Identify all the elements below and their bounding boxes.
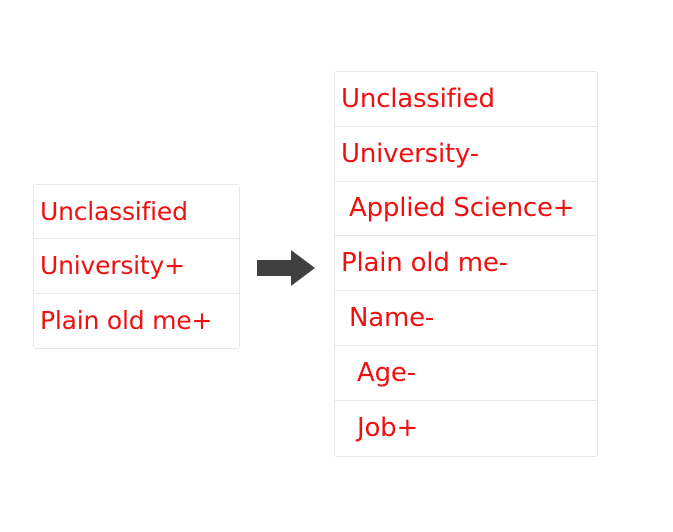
tree-node-label: Applied Science+ [349, 193, 575, 224]
arrow-right-icon [257, 250, 315, 286]
collapsed-tree-panel: Unclassified University+ Plain old me+ [33, 184, 240, 349]
tree-row[interactable]: Plain old me- [335, 236, 597, 292]
tree-row[interactable]: Unclassified [335, 72, 597, 127]
tree-row[interactable]: Job+ [335, 400, 597, 456]
tree-node-label: Age- [357, 357, 416, 388]
transformation-arrow [255, 248, 319, 288]
tree-node-label: Plain old me- [341, 248, 508, 279]
tree-node-label: University+ [40, 251, 185, 281]
tree-node-label: Job+ [357, 413, 419, 444]
tree-node-label: Plain old me+ [40, 306, 213, 336]
tree-row[interactable]: Name- [335, 291, 597, 346]
tree-node-label: University- [341, 138, 479, 169]
tree-row[interactable]: Age- [335, 345, 597, 401]
tree-node-label: Name- [349, 303, 435, 334]
tree-row[interactable]: Applied Science+ [335, 181, 597, 237]
expanded-tree-panel: Unclassified University- Applied Science… [334, 71, 598, 457]
tree-row[interactable]: University- [335, 126, 597, 182]
diagram-canvas: Unclassified University+ Plain old me+ U… [0, 0, 673, 532]
tree-node-label: Unclassified [40, 197, 188, 227]
tree-row[interactable]: Plain old me+ [34, 293, 239, 348]
tree-node-label: Unclassified [341, 83, 495, 114]
tree-row[interactable]: Unclassified [34, 185, 239, 240]
tree-row[interactable]: University+ [34, 239, 239, 294]
